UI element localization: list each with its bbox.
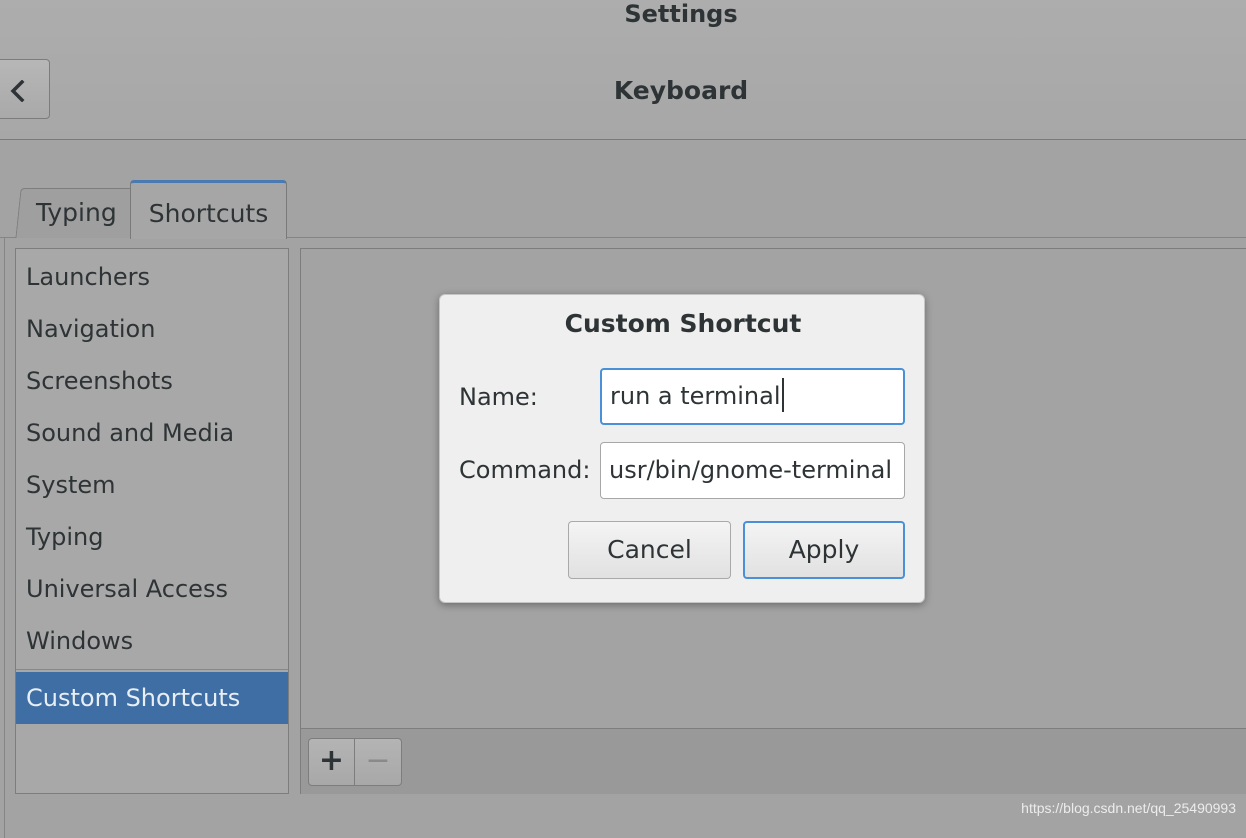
sidebar-item-label: Navigation bbox=[26, 315, 156, 343]
command-label: Command: bbox=[459, 456, 591, 484]
sidebar-item-custom-shortcuts[interactable]: Custom Shortcuts bbox=[16, 672, 288, 724]
shortcut-category-list: Launchers Navigation Screenshots Sound a… bbox=[15, 248, 289, 794]
remove-shortcut-button[interactable]: − bbox=[354, 738, 402, 786]
name-label: Name: bbox=[459, 383, 538, 411]
sidebar-item-windows[interactable]: Windows bbox=[16, 615, 288, 667]
sidebar-item-label: Launchers bbox=[26, 263, 151, 291]
name-field[interactable]: run a terminal bbox=[600, 368, 905, 425]
sidebar-item-label: Sound and Media bbox=[26, 419, 235, 447]
app-title: Settings bbox=[624, 0, 738, 28]
sidebar-item-system[interactable]: System bbox=[16, 459, 288, 511]
sidebar-item-label: Screenshots bbox=[26, 367, 173, 395]
name-field-value: run a terminal bbox=[610, 382, 781, 410]
list-toolbar bbox=[301, 728, 1246, 794]
sidebar-item-label: Custom Shortcuts bbox=[26, 684, 241, 712]
sidebar-item-typing[interactable]: Typing bbox=[16, 511, 288, 563]
sidebar-item-label: System bbox=[26, 471, 116, 499]
apply-button[interactable]: Apply bbox=[743, 521, 905, 579]
command-field[interactable]: usr/bin/gnome-terminal bbox=[600, 442, 905, 499]
sidebar-item-universal-access[interactable]: Universal Access bbox=[16, 563, 288, 615]
watermark: https://blog.csdn.net/qq_25490993 bbox=[1021, 800, 1236, 816]
tab-shortcuts-label: Shortcuts bbox=[148, 199, 269, 228]
sidebar-item-label: Windows bbox=[26, 627, 134, 655]
custom-shortcut-dialog: Custom Shortcut Name: run a terminal Com… bbox=[439, 294, 925, 603]
dialog-title: Custom Shortcut bbox=[564, 309, 802, 338]
sidebar-item-launchers[interactable]: Launchers bbox=[16, 251, 288, 303]
add-shortcut-button[interactable]: + bbox=[308, 738, 355, 786]
cancel-button[interactable]: Cancel bbox=[568, 521, 731, 579]
tab-shortcuts[interactable]: Shortcuts bbox=[130, 180, 287, 239]
tab-typing[interactable]: Typing bbox=[15, 188, 137, 238]
sidebar-item-label: Typing bbox=[26, 523, 104, 551]
page-title: Keyboard bbox=[613, 76, 749, 105]
tab-typing-label: Typing bbox=[35, 198, 117, 227]
command-field-value: usr/bin/gnome-terminal bbox=[609, 456, 893, 484]
header-bar: Settings Keyboard bbox=[0, 0, 1246, 140]
text-caret bbox=[781, 378, 784, 412]
sidebar-item-label: Universal Access bbox=[26, 575, 228, 603]
sidebar-item-navigation[interactable]: Navigation bbox=[16, 303, 288, 355]
sidebar-item-screenshots[interactable]: Screenshots bbox=[16, 355, 288, 407]
sidebar-separator bbox=[16, 669, 288, 670]
sidebar-item-sound-and-media[interactable]: Sound and Media bbox=[16, 407, 288, 459]
